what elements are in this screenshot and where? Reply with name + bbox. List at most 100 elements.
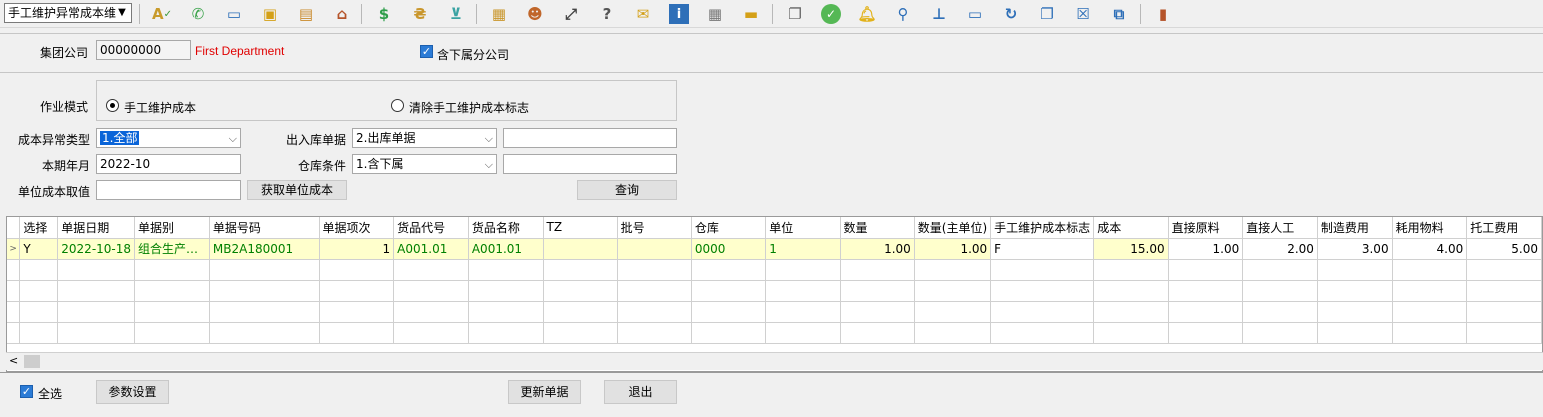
cell-warehouse[interactable]: 0000	[691, 238, 767, 260]
mode-radio-manual[interactable]	[106, 99, 119, 112]
cell-doc-type[interactable]: 组合生产…	[134, 238, 210, 260]
column-header[interactable]: 单据别	[134, 217, 210, 239]
monitor-icon[interactable]: ▭	[963, 2, 987, 26]
column-header[interactable]: 制造费用	[1317, 217, 1393, 239]
calculator-icon[interactable]: ▦	[703, 2, 727, 26]
cell-overhead[interactable]: 3.00	[1317, 238, 1393, 260]
cell-manual-flag[interactable]: F	[990, 238, 1095, 260]
period-field[interactable]: 2022-10	[96, 154, 241, 174]
column-header[interactable]: 耗用物料	[1392, 217, 1468, 239]
table-row	[7, 322, 1542, 344]
column-header[interactable]: 单据号码	[209, 217, 320, 239]
column-header[interactable]: 选择	[19, 217, 59, 239]
bell-icon[interactable]: 🔔︎	[855, 2, 879, 26]
cell-select[interactable]: Y	[19, 238, 59, 260]
query-button[interactable]: 查询	[577, 180, 677, 200]
data-grid[interactable]: 选择 单据日期 单据别 单据号码 单据项次 货品代号 货品名称 TZ 批号 仓库…	[6, 216, 1543, 372]
horizontal-scrollbar[interactable]: <	[6, 352, 1543, 370]
cell-item-code[interactable]: A001.01	[393, 238, 469, 260]
users-icon[interactable]: ☻	[523, 2, 547, 26]
cost-type-value: 1.全部	[100, 131, 140, 145]
toolbar-separator	[361, 4, 362, 24]
cell-labor[interactable]: 2.00	[1242, 238, 1318, 260]
params-button[interactable]: 参数设置	[96, 380, 169, 404]
cell-doc-line[interactable]: 1	[319, 238, 395, 260]
spellcheck-icon[interactable]: A ✓	[150, 2, 174, 26]
clipboard-icon[interactable]: ▦	[487, 2, 511, 26]
phone-icon[interactable]: ✆	[186, 2, 210, 26]
lock-icon[interactable]: ▣	[258, 2, 282, 26]
column-header[interactable]: 单位	[765, 217, 841, 239]
warehouse-extra-field[interactable]	[503, 154, 677, 174]
home-icon[interactable]: ⌂	[330, 2, 354, 26]
warehouse-select[interactable]: 1.含下属 ⌵	[352, 154, 497, 174]
cell-doc-number[interactable]: MB2A180001	[209, 238, 320, 260]
check-icon[interactable]: ✓	[821, 4, 841, 24]
cell-consumables[interactable]: 4.00	[1392, 238, 1468, 260]
update-documents-button[interactable]: 更新单据	[508, 380, 581, 404]
cell-doc-date[interactable]: 2022-10-18	[57, 238, 136, 260]
refresh-icon[interactable]: ↻	[999, 2, 1023, 26]
doc-extra-field[interactable]	[503, 128, 677, 148]
restore-icon[interactable]: ⧉	[1107, 2, 1131, 26]
unit-cost-field[interactable]	[96, 180, 241, 200]
search-icon[interactable]: ⚲	[891, 2, 915, 26]
cell-item-name[interactable]: A001.01	[468, 238, 544, 260]
select-all-checkbox[interactable]: ✓	[20, 385, 33, 398]
column-header[interactable]: 直接原料	[1168, 217, 1244, 239]
module-select-value: 手工维护异常成本维	[8, 6, 117, 20]
cost-type-select[interactable]: 1.全部 ⌵	[96, 128, 241, 148]
money-bag-icon[interactable]: ₴	[408, 2, 432, 26]
mode-option-manual: 手工维护成本	[124, 101, 197, 115]
column-header[interactable]: 单据日期	[57, 217, 136, 239]
copy-icon[interactable]: ❐	[783, 2, 807, 26]
dollar-icon[interactable]: $	[372, 2, 396, 26]
column-header[interactable]: 成本	[1093, 217, 1169, 239]
cell-qty-main[interactable]: 1.00	[914, 238, 992, 260]
link-icon[interactable]: ⤢	[559, 2, 583, 26]
cart-icon[interactable]: ⊻	[444, 2, 468, 26]
column-header[interactable]: 手工维护成本标志	[990, 217, 1095, 239]
toolbar-separator	[139, 4, 140, 24]
doc-type-label: 出入库单据	[286, 133, 347, 147]
cell-material[interactable]: 1.00	[1168, 238, 1244, 260]
mail-icon[interactable]: ✉	[631, 2, 655, 26]
column-header[interactable]: 仓库	[691, 217, 767, 239]
column-header[interactable]: 直接人工	[1242, 217, 1318, 239]
column-header[interactable]: 数量	[840, 217, 915, 239]
column-header[interactable]: 批号	[617, 217, 692, 239]
org-chart-icon[interactable]: ⊥	[927, 2, 951, 26]
table-row[interactable]: > Y 2022-10-18 组合生产… MB2A180001 1 A001.0…	[7, 238, 1542, 260]
briefcase-icon[interactable]: ▤	[294, 2, 318, 26]
column-header[interactable]: 货品名称	[468, 217, 544, 239]
scroll-left-icon[interactable]: <	[9, 354, 18, 367]
cell-qty[interactable]: 1.00	[840, 238, 915, 260]
module-select[interactable]: 手工维护异常成本维 ▼	[4, 3, 132, 23]
window-icon[interactable]: ❐	[1035, 2, 1059, 26]
company-name: First Department	[195, 44, 285, 58]
column-header[interactable]: 货品代号	[393, 217, 469, 239]
help-icon[interactable]: ?	[595, 2, 619, 26]
include-subsidiaries-label: 含下属分公司	[437, 48, 510, 62]
scroll-thumb[interactable]	[24, 355, 40, 368]
exit-door-icon[interactable]: ▮	[1151, 2, 1175, 26]
cell-unit[interactable]: 1	[765, 238, 841, 260]
exit-button[interactable]: 退出	[604, 380, 677, 404]
column-header[interactable]: 数量(主单位)	[914, 217, 992, 239]
get-unit-cost-button[interactable]: 获取单位成本	[247, 180, 347, 200]
column-header[interactable]: 托工费用	[1466, 217, 1542, 239]
column-header[interactable]: TZ	[543, 217, 618, 239]
computer-icon[interactable]: ▭	[222, 2, 246, 26]
company-code-field[interactable]: 00000000	[96, 40, 191, 60]
cell-batch[interactable]	[617, 238, 692, 260]
info-icon[interactable]: i	[669, 4, 689, 24]
mode-radio-clear[interactable]	[391, 99, 404, 112]
cell-outsourcing[interactable]: 5.00	[1466, 238, 1542, 260]
column-header[interactable]: 单据项次	[319, 217, 395, 239]
cell-tz[interactable]	[543, 238, 618, 260]
cell-cost[interactable]: 15.00	[1093, 238, 1169, 260]
folder-icon[interactable]: ▬	[739, 2, 763, 26]
doc-type-select[interactable]: 2.出库单据 ⌵	[352, 128, 497, 148]
close-icon[interactable]: ☒	[1071, 2, 1095, 26]
include-subsidiaries-checkbox[interactable]: ✓	[420, 45, 433, 58]
